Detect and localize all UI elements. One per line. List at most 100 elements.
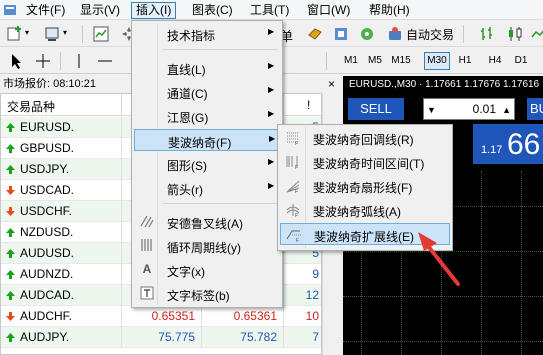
column-divider (283, 264, 284, 285)
profiles-icon[interactable] (44, 25, 62, 43)
menu-item-label: 斐波纳奇(F) (168, 136, 232, 150)
history-center-icon[interactable] (306, 25, 324, 43)
menu-tools[interactable]: 工具(T) (246, 2, 293, 19)
line-chart-icon[interactable] (530, 25, 543, 43)
menu-item-label: 技术指标 (167, 29, 216, 43)
table-row[interactable]: AUDCHF. 0.65351 0.65361 10 (1, 306, 321, 327)
toolbar-separator (82, 25, 83, 43)
timeframe-d1[interactable]: D1 (510, 52, 532, 70)
timeframe-m1[interactable]: M1 (340, 52, 362, 70)
menu-item-fibo-arcs[interactable]: F 斐波纳奇弧线(A) (280, 199, 450, 221)
table-row[interactable]: AUDJPY. 75.775 75.782 7 (1, 327, 321, 348)
ask-cell: 0.65361 (233, 309, 277, 323)
menu-item-label: 文字标签(b) (167, 289, 230, 303)
menu-item-fibo-fan[interactable]: F 斐波纳奇扇形线(F) (280, 175, 450, 197)
cursor-icon[interactable] (8, 52, 26, 70)
menu-item-arrows[interactable]: 箭头(r) ▶ (134, 177, 280, 199)
symbol-cell: AUDCAD. (20, 288, 75, 302)
menu-window[interactable]: 窗口(W) (303, 2, 354, 19)
grid-line (521, 171, 522, 355)
menu-file[interactable]: 文件(F) (22, 2, 69, 19)
options-icon[interactable] (332, 25, 350, 43)
symbol-cell: NZDUSD. (20, 225, 74, 239)
chevron-down-icon[interactable]: ▾ (63, 28, 67, 37)
menu-item-label: 文字(x) (167, 265, 205, 279)
menu-item-fibo-time-zones[interactable]: F 斐波纳奇时间区间(T) (280, 151, 450, 173)
svg-text:F: F (295, 165, 298, 170)
timeframe-m5[interactable]: M5 (364, 52, 386, 70)
close-icon[interactable]: × (328, 76, 340, 92)
chart-title: EURUSD.,M30 · 1.17661 1.17676 1.17616 (349, 79, 540, 90)
candlestick-icon[interactable] (506, 25, 524, 43)
menu-item-andrews-pitchfork[interactable]: 安德鲁叉线(A) (134, 211, 280, 233)
menu-item-gann[interactable]: 江恩(G) ▶ (134, 105, 280, 127)
spread-cell: 7 (312, 330, 319, 344)
submenu-arrow-icon: ▶ (268, 27, 275, 36)
column-header-spread[interactable]: ! (307, 98, 310, 112)
menu-item-indicators[interactable]: 技术指标 ▶ (134, 23, 280, 45)
menu-item-text-label[interactable]: 文字标签(b) (134, 283, 280, 305)
symbol-cell: AUDUSD. (20, 246, 75, 260)
bar-chart-icon[interactable] (478, 25, 496, 43)
submenu-arrow-icon: ▶ (268, 61, 275, 70)
autotrading-icon[interactable] (386, 25, 404, 43)
timeframe-m30[interactable]: M30 (424, 52, 450, 70)
menu-view[interactable]: 显示(V) (76, 2, 124, 19)
column-divider (121, 180, 122, 201)
menu-help[interactable]: 帮助(H) (365, 2, 414, 19)
autotrading-label[interactable]: 自动交易 (406, 26, 454, 43)
chevron-down-icon[interactable]: ▼ (427, 105, 436, 115)
menu-charts[interactable]: 图表(C) (188, 2, 237, 19)
menu-item-lines[interactable]: 直线(L) ▶ (134, 57, 280, 79)
arrow-down-icon (6, 207, 15, 216)
horizontal-line-icon[interactable] (96, 52, 114, 70)
symbol-cell: AUDJPY. (20, 330, 70, 344)
chevron-up-icon[interactable]: ▲ (502, 105, 511, 115)
column-divider (121, 138, 122, 159)
menu-item-text[interactable]: A 文字(x) (134, 259, 280, 281)
crosshair-icon[interactable] (34, 52, 52, 70)
grid-line (481, 171, 482, 355)
column-header-symbol[interactable]: 交易品种 (7, 98, 55, 115)
menu-item-fibonacci[interactable]: 斐波纳奇(F) ▶ (134, 129, 280, 151)
chevron-down-icon[interactable]: ▾ (25, 28, 29, 37)
pitchfork-icon (140, 215, 154, 228)
signal-icon[interactable] (358, 25, 376, 43)
sell-button[interactable]: SELL (348, 98, 404, 120)
market-watch-icon[interactable] (92, 25, 110, 43)
timeframe-h1[interactable]: H1 (454, 52, 476, 70)
arrow-up-icon (6, 165, 15, 174)
symbol-cell: USDJPY. (20, 162, 70, 176)
menu-item-label: 通道(C) (167, 87, 208, 101)
price-pips: 66 (507, 128, 541, 161)
menu-item-shapes[interactable]: 图形(S) ▶ (134, 153, 280, 175)
spread-cell: 10 (305, 309, 319, 323)
lot-size-stepper[interactable]: ▼ 0.01 ▲ (423, 98, 515, 120)
new-chart-icon[interactable] (6, 25, 24, 43)
lot-size-value[interactable]: 0.01 (473, 102, 496, 116)
menu-item-fibo-retracement[interactable]: F 斐波纳奇回调线(R) (280, 127, 450, 149)
menu-insert[interactable]: 插入(I) (131, 2, 177, 19)
timeframe-m15[interactable]: M15 (388, 52, 414, 70)
vertical-line-icon[interactable] (70, 52, 88, 70)
column-divider (121, 94, 122, 116)
price-prefix: 1.17 (481, 144, 503, 156)
buy-button[interactable]: BU (527, 98, 543, 120)
svg-text:F: F (295, 141, 298, 146)
text-label-icon (140, 286, 154, 300)
symbol-cell: USDCAD. (20, 183, 75, 197)
grid-line (343, 251, 543, 252)
column-divider (121, 117, 122, 138)
bid-cell: 75.775 (158, 330, 195, 344)
timeframe-h4[interactable]: H4 (484, 52, 506, 70)
menu-item-fibo-expansion[interactable]: F 斐波纳奇扩展线(E) (280, 223, 450, 245)
fibo-retracement-icon: F (287, 132, 299, 146)
column-divider (121, 222, 122, 243)
menu-item-channels[interactable]: 通道(C) ▶ (134, 81, 280, 103)
menu-item-label: 斐波纳奇回调线(R) (313, 133, 414, 147)
column-divider (121, 285, 122, 306)
menu-item-label: 安德鲁叉线(A) (167, 217, 243, 231)
menu-separator (162, 203, 278, 204)
menu-item-cycle-lines[interactable]: 循环周期线(y) (134, 235, 280, 257)
arrow-up-icon (6, 333, 15, 342)
